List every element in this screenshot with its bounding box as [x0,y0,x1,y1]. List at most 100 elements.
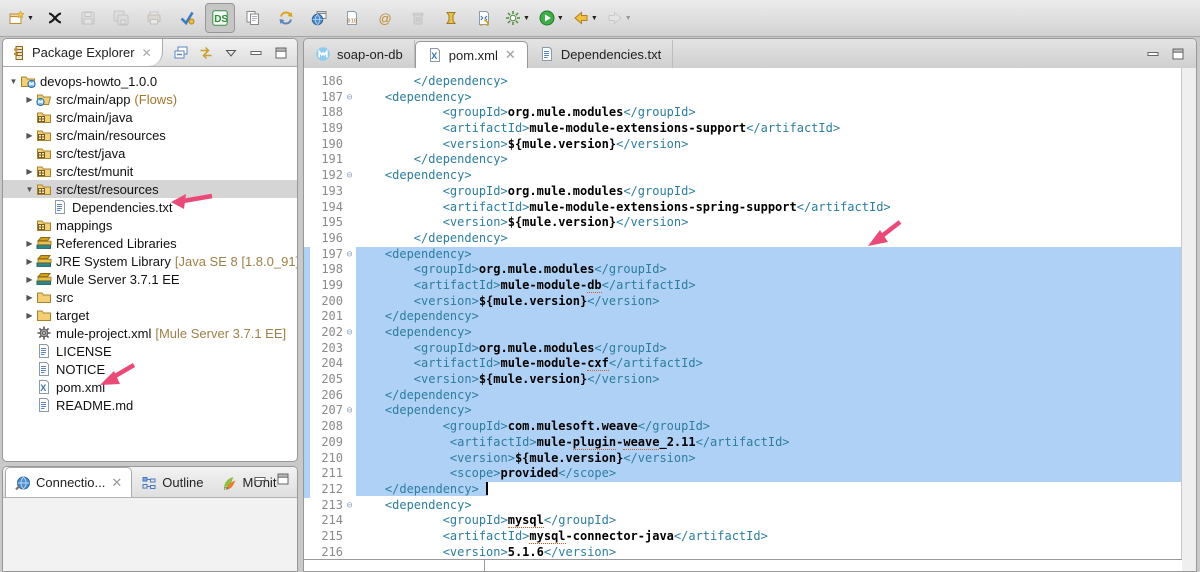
view-menu-button[interactable] [223,45,239,61]
code-line-204[interactable]: 204 <artifactId>mule-module-cxf</artifac… [304,356,1182,372]
collapsed-arrow-icon[interactable]: ▶ [23,311,36,320]
dropdown-arrow-icon[interactable]: ▼ [557,15,564,22]
collapsed-arrow-icon[interactable]: ▶ [23,257,36,266]
collapse-all-button[interactable] [173,45,189,61]
code-line-191[interactable]: 191 </dependency> [304,152,1182,168]
tree-item-notice[interactable]: NOTICE [3,360,297,378]
tree-item-readme-md[interactable]: README.md [3,396,297,414]
code-line-205[interactable]: 205 <version>${mule.version}</version> [304,372,1182,388]
fold-marker-icon[interactable]: ⊖ [343,498,356,514]
overview-ruler[interactable] [1181,68,1196,571]
tree-item-referenced-libraries[interactable]: ▶Referenced Libraries [3,234,297,252]
code-line-188[interactable]: 188 <groupId>org.mule.modules</groupId> [304,105,1182,121]
dropdown-arrow-icon[interactable]: ▼ [591,15,598,22]
tree-item-src-main-java[interactable]: src/main/java [3,108,297,126]
code-line-201[interactable]: 201 </dependency> [304,309,1182,325]
code-line-194[interactable]: 194 <artifactId>mule-module-extensions-s… [304,200,1182,216]
editor-tab-pom-xml[interactable]: Xpom.xml✕ [415,41,528,69]
fold-marker-icon[interactable]: ⊖ [343,247,356,263]
fold-marker-icon[interactable]: ⊖ [343,90,356,106]
bottom-tab-connectio-[interactable]: Connectio...✕ [5,467,132,497]
binary-file-button[interactable]: 010 [337,3,367,33]
forward-button[interactable]: ▼ [604,3,635,33]
back-button[interactable]: ▼ [570,3,601,33]
annotation-button[interactable]: @ [370,3,400,33]
code-line-208[interactable]: 208 <groupId>com.mulesoft.weave</groupId… [304,419,1182,435]
code-line-200[interactable]: 200 <version>${mule.version}</version> [304,294,1182,310]
run-button[interactable]: ▼ [536,3,567,33]
tree-item-src-main-app[interactable]: ▶src/main/app (Flows) [3,90,297,108]
close-icon[interactable]: ✕ [111,475,122,491]
tree-item-src-test-resources[interactable]: ▼src/test/resources [3,180,297,198]
tree-item-mule-server-3-7-1-ee[interactable]: ▶Mule Server 3.7.1 EE [3,270,297,288]
close-icon[interactable]: ✕ [142,46,152,60]
collapsed-arrow-icon[interactable]: ▶ [23,239,36,248]
collapsed-arrow-icon[interactable]: ▶ [23,131,36,140]
web-browser-button[interactable] [304,3,334,33]
xml-refresh-button[interactable] [469,3,499,33]
code-area[interactable]: 186 </dependency>187⊖ <dependency>188 <g… [304,68,1182,571]
bottom-tab-outline[interactable]: Outline [132,468,212,497]
code-line-211[interactable]: 211 <scope>provided</scope> [304,466,1182,482]
tree-item-src[interactable]: ▶src [3,288,297,306]
save-button[interactable] [73,3,103,33]
fold-marker-icon[interactable]: ⊖ [343,168,356,184]
code-line-213[interactable]: 213⊖ <dependency> [304,498,1182,514]
datasense-button[interactable]: DS [205,3,235,33]
tree-item-mule-project-xml[interactable]: mule-project.xml [Mule Server 3.7.1 EE] [3,324,297,342]
code-line-186[interactable]: 186 </dependency> [304,74,1182,90]
code-line-190[interactable]: 190 <version>${mule.version}</version> [304,137,1182,153]
editor-tab-soap-on-db[interactable]: soap-on-db [304,40,415,68]
code-line-209[interactable]: 209 <artifactId>mule-plugin-weave_2.11</… [304,435,1182,451]
code-line-203[interactable]: 203 <groupId>org.mule.modules</groupId> [304,341,1182,357]
fold-marker-icon[interactable]: ⊖ [343,403,356,419]
tree-item-jre-system-library[interactable]: ▶JRE System Library [Java SE 8 [1.8.0_91… [3,252,297,270]
tab-package-explorer[interactable]: Package Explorer ✕ [3,39,163,66]
minimize-button[interactable] [252,471,268,487]
link-with-editor-button[interactable] [198,45,214,61]
maximize-button[interactable] [273,45,289,61]
code-line-196[interactable]: 196 </dependency> [304,231,1182,247]
code-line-199[interactable]: 199 <artifactId>mule-module-db</artifact… [304,278,1182,294]
save-all-button[interactable] [106,3,136,33]
minimize-button[interactable] [248,45,264,61]
tree-item-devops-howto-1-0-0[interactable]: ▼devops-howto_1.0.0 [3,72,297,90]
collapsed-arrow-icon[interactable]: ▶ [23,167,36,176]
code-line-207[interactable]: 207⊖ <dependency> [304,403,1182,419]
code-line-214[interactable]: 214 <groupId>mysql</groupId> [304,513,1182,529]
maximize-button[interactable] [275,471,291,487]
tree-item-mappings[interactable]: mappings [3,216,297,234]
tree-item-src-test-java[interactable]: src/test/java [3,144,297,162]
dropdown-arrow-icon[interactable]: ▼ [625,15,632,22]
exchange-button[interactable] [40,3,70,33]
editor-body[interactable]: 186 </dependency>187⊖ <dependency>188 <g… [304,68,1196,571]
collapsed-arrow-icon[interactable]: ▶ [23,275,36,284]
fold-marker-icon[interactable]: ⊖ [343,325,356,341]
sync-button[interactable] [271,3,301,33]
collapsed-arrow-icon[interactable]: ▶ [23,95,36,104]
deploy-button[interactable] [172,3,202,33]
code-line-189[interactable]: 189 <artifactId>mule-module-extensions-s… [304,121,1182,137]
code-line-210[interactable]: 210 <version>${mule.version}</version> [304,451,1182,467]
minimize-button[interactable] [1145,46,1161,62]
close-icon[interactable]: ✕ [505,47,516,63]
tree-item-license[interactable]: LICENSE [3,342,297,360]
print-button[interactable] [139,3,169,33]
external-tools-button[interactable]: ▼ [502,3,533,33]
tree-item-src-main-resources[interactable]: ▶src/main/resources [3,126,297,144]
code-line-212[interactable]: 212 </dependency> [304,482,1182,498]
tree-item-src-test-munit[interactable]: ▶src/test/munit [3,162,297,180]
code-line-216[interactable]: 216 <version>5.1.6</version> [304,545,1182,561]
code-line-197[interactable]: 197⊖ <dependency> [304,247,1182,263]
dropdown-arrow-icon[interactable]: ▼ [523,15,530,22]
dropdown-arrow-icon[interactable]: ▼ [27,15,34,22]
code-line-206[interactable]: 206 </dependency> [304,388,1182,404]
maximize-button[interactable] [1170,46,1186,62]
expanded-arrow-icon[interactable]: ▼ [23,185,36,194]
new-wizard-button[interactable]: ▼ [6,3,37,33]
tree-item-pom-xml[interactable]: Xpom.xml [3,378,297,396]
tree-item-target[interactable]: ▶target [3,306,297,324]
tree-item-dependencies-txt[interactable]: Dependencies.txt [3,198,297,216]
code-line-192[interactable]: 192⊖ <dependency> [304,168,1182,184]
copy-button[interactable] [238,3,268,33]
